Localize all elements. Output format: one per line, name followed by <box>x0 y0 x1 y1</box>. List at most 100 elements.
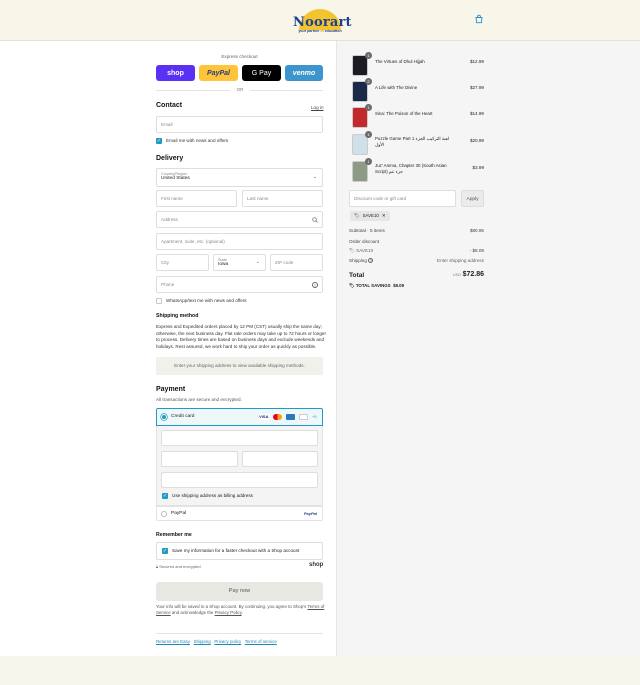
remove-discount-icon[interactable]: ✕ <box>382 211 386 221</box>
shipping-placeholder: Enter your shipping address to view avai… <box>156 357 323 375</box>
state-select[interactable]: State Iowa ⌄ <box>213 254 266 271</box>
product-title: Sina: The Poison of the Heart <box>375 111 433 116</box>
phone-field[interactable]: Phone ? <box>156 276 323 293</box>
secure-label: 🔒︎ Secured and encrypted <box>156 564 201 569</box>
total-label: Total <box>349 272 365 279</box>
search-icon <box>312 217 318 224</box>
city-field[interactable]: City <box>156 254 209 271</box>
shop-logo: shop <box>309 562 324 568</box>
page-bottom <box>0 656 640 685</box>
paypal-button[interactable]: PayPal <box>199 65 238 81</box>
logo-tagline: your partner in education <box>298 29 342 33</box>
legal-text: Your info will be saved to a Shop accoun… <box>156 604 325 616</box>
shop-pay-button[interactable]: shop <box>156 65 195 81</box>
shipping-link[interactable]: Shipping <box>194 639 211 644</box>
amex-icon <box>285 414 295 420</box>
credit-card-option[interactable]: Credit card VISA +5 <box>156 408 323 426</box>
logo-wordmark: Noorart <box>293 15 352 30</box>
lock-icon: 🔒︎ <box>156 564 159 569</box>
pay-now-button[interactable]: Pay now <box>156 582 323 601</box>
more-cards-icon: +5 <box>312 414 317 419</box>
country-select[interactable]: Country/Region United States ⌄ <box>156 168 323 187</box>
divider <box>156 633 323 634</box>
login-link[interactable]: Log in <box>311 105 324 110</box>
subtotal-label: Subtotal · 5 items <box>349 228 385 233</box>
shipping-method-heading: Shipping method <box>156 313 199 319</box>
product-title: The Virtues of Dhul Hijjah <box>375 59 425 64</box>
cart-item: 1 Juz' Amma, Chapter 30 (South Asian Scr… <box>352 158 485 183</box>
name-on-card-field[interactable] <box>161 472 318 488</box>
privacy-policy-link[interactable]: Privacy policy <box>214 639 241 644</box>
tag-icon: 🏷︎ <box>354 213 360 218</box>
credit-card-radio[interactable] <box>161 414 167 420</box>
apply-button[interactable]: Apply <box>461 190 484 207</box>
email-field[interactable]: Email <box>156 116 323 133</box>
quantity-badge: 1 <box>365 131 372 138</box>
express-checkout-label: Express checkout <box>221 54 258 59</box>
noorart-logo[interactable]: Noorart your partner in education <box>293 7 352 35</box>
product-title: A Life with The Divine <box>375 85 418 90</box>
checkout-form: Express checkout shop PayPal G Pay venmo… <box>0 41 336 656</box>
phone-placeholder: Phone <box>161 282 175 287</box>
save-info-checkbox[interactable]: ✓ <box>162 548 168 554</box>
whatsapp-label: WhatsApp/text me with news and offers <box>166 298 247 303</box>
privacy-link[interactable]: Privacy Policy <box>215 610 242 615</box>
discount-code-field[interactable]: Discount code or gift card <box>349 190 456 207</box>
billing-label: Use shipping address as billing address <box>172 493 253 498</box>
shipping-summary-label: Shipping ? <box>349 258 374 263</box>
save-info-label: Save my information for a faster checkou… <box>172 548 300 553</box>
discount-tag: 🏷︎ SAVE10 ✕ <box>350 211 390 221</box>
product-price: $3.99 <box>472 165 485 170</box>
mastercard-icon <box>272 414 282 420</box>
quantity-badge: 1 <box>365 52 372 59</box>
header: Noorart your partner in education <box>0 0 640 41</box>
product-price: $12.99 <box>469 59 484 64</box>
visa-icon: VISA <box>259 414 269 420</box>
paypal-radio[interactable] <box>161 511 167 517</box>
apartment-field[interactable]: Apartment, suite, etc. (optional) <box>156 233 323 250</box>
help-icon[interactable]: ? <box>312 282 318 288</box>
subtotal-value: $80.95 <box>469 228 484 233</box>
address-field[interactable]: Address <box>156 211 323 228</box>
address-placeholder: Address <box>161 217 178 222</box>
billing-checkbox[interactable]: ✓ <box>162 493 168 499</box>
discount-tag-code: SAVE10 <box>362 213 379 218</box>
chevron-down-icon: ⌄ <box>255 259 260 265</box>
tag-icon: 🏷︎ <box>349 248 355 253</box>
product-title: Juz' Amma, Chapter 30 (South Asian Scrip… <box>375 163 447 174</box>
paypal-logo: PayPal <box>303 511 317 516</box>
zip-field[interactable]: ZIP code <box>270 254 323 271</box>
cart-item: 1 Sina: The Poison of the Heart $14.99 <box>352 104 484 129</box>
shipping-notice: Express and Expedited orders placed by 1… <box>156 324 326 349</box>
contact-heading: Contact <box>156 102 183 109</box>
google-pay-button[interactable]: G Pay <box>242 65 281 81</box>
paypal-option[interactable]: PayPal PayPal <box>156 506 323 521</box>
terms-of-service-link[interactable]: Terms of service <box>245 639 277 644</box>
last-name-field[interactable]: Last name <box>242 190 323 207</box>
remember-me-box: ✓ Save my information for a faster check… <box>156 542 323 560</box>
cart-bag-icon[interactable] <box>474 14 484 24</box>
state-value: Iowa <box>218 262 229 267</box>
venmo-button[interactable]: venmo <box>285 65 323 81</box>
help-icon[interactable]: ? <box>368 258 374 263</box>
footer-links: Returns are Easy Shipping Privacy policy… <box>156 639 277 644</box>
news-checkbox[interactable]: ✓ <box>156 138 162 144</box>
delivery-heading: Delivery <box>156 155 184 162</box>
discount-value: - $8.09 <box>469 248 484 253</box>
product-title: Puzzle Game Part 1 لعبة التركيب الجزء ال… <box>375 136 450 147</box>
first-name-field[interactable]: First name <box>156 190 237 207</box>
shipping-summary-value: Enter shipping address <box>437 258 484 263</box>
tag-icon: 🏷︎ <box>349 283 355 288</box>
returns-link[interactable]: Returns are Easy <box>156 639 190 644</box>
card-number-field[interactable] <box>161 430 318 446</box>
currency-code: USD <box>452 272 462 277</box>
quantity-badge: 2 <box>365 78 372 85</box>
product-price: $20.99 <box>469 138 484 143</box>
product-price: $27.99 <box>469 85 484 90</box>
paypal-label: PayPal <box>171 511 187 516</box>
quantity-badge: 1 <box>365 104 372 111</box>
expiration-field[interactable] <box>161 451 238 467</box>
whatsapp-checkbox[interactable] <box>156 298 162 304</box>
country-value: United States <box>161 176 190 181</box>
security-code-field[interactable] <box>242 451 318 467</box>
